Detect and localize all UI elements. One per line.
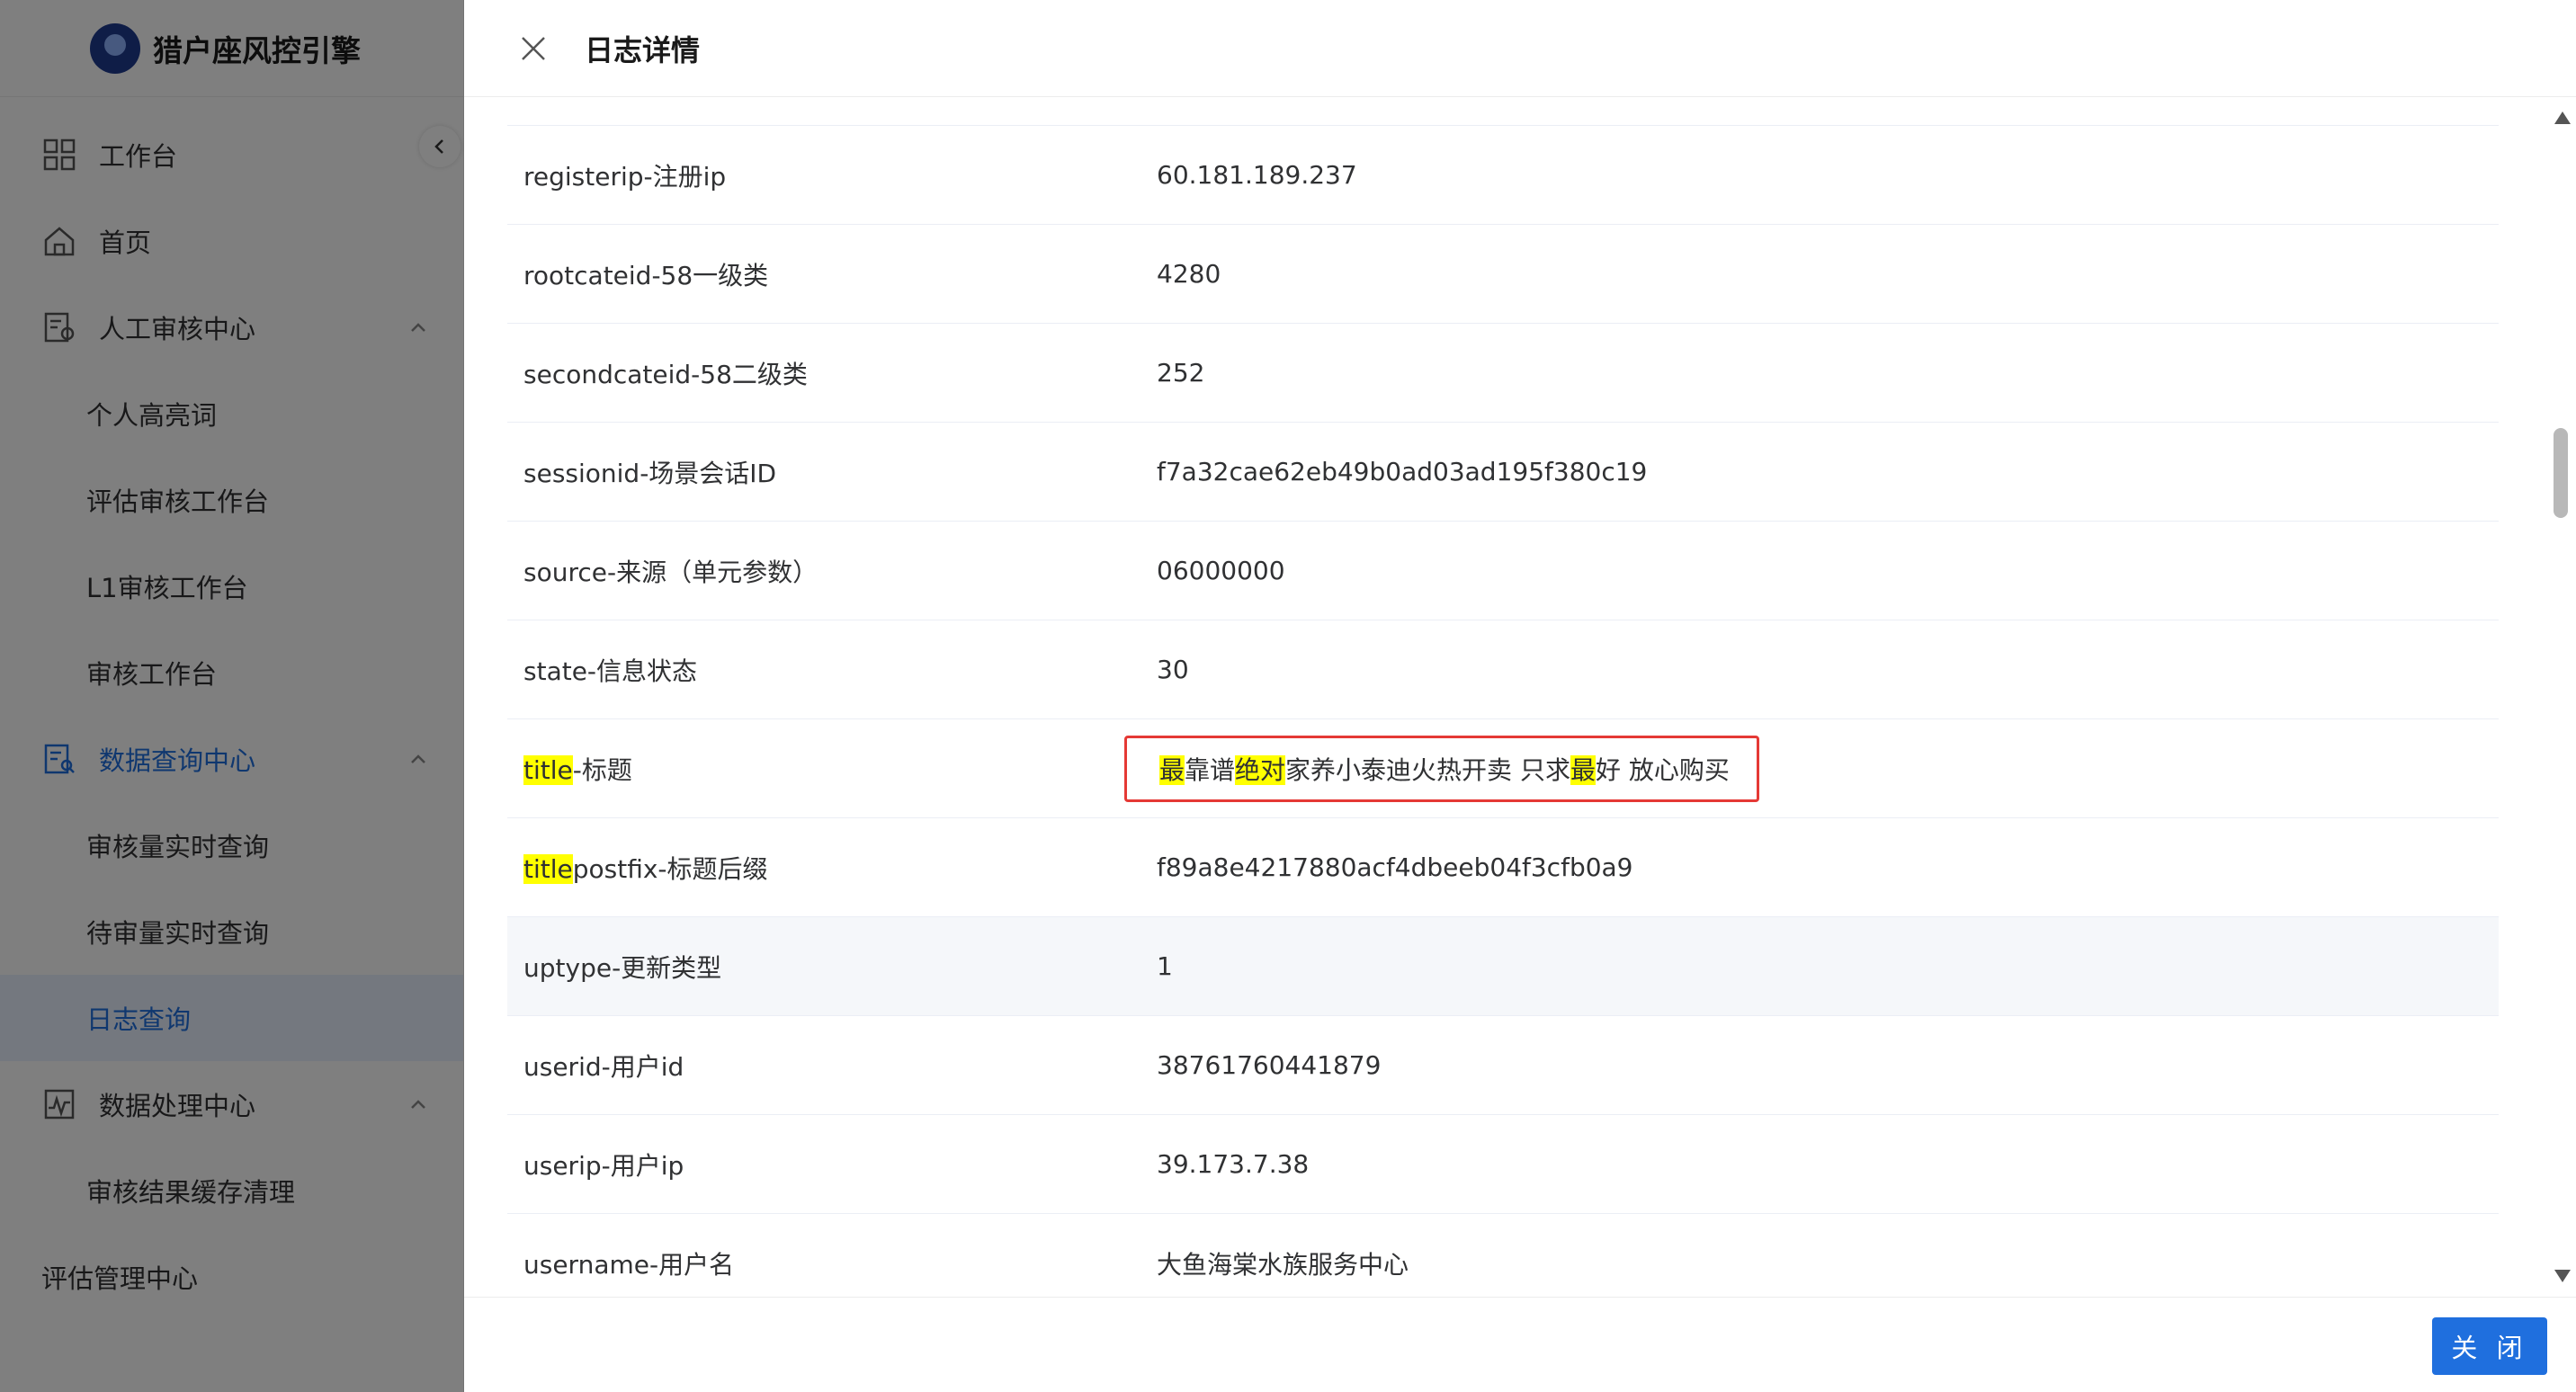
field-key: userip-用户ip <box>523 1150 684 1181</box>
field-value: 大鱼海棠水族服务中心 <box>1157 1249 1409 1280</box>
field-key: uptype-更新类型 <box>523 952 722 983</box>
close-icon[interactable] <box>518 33 549 64</box>
field-value: 4280 <box>1157 259 1221 289</box>
vertical-scrollbar[interactable] <box>2547 97 2574 1297</box>
field-key: secondcateid-58二级类 <box>523 359 808 389</box>
table-row: secondcateid-58二级类 252 <box>507 324 2499 423</box>
table-row: userip-用户ip 39.173.7.38 <box>507 1115 2499 1214</box>
field-value: f89a8e4217880acf4dbeeb04f3cfb0a9 <box>1157 852 1633 882</box>
log-detail-drawer: 日志详情 postdate-更新时间 1706952285 registerip… <box>464 0 2576 1392</box>
table-row: userid-用户id 38761760441879 <box>507 1016 2499 1115</box>
field-value: 30 <box>1157 655 1189 684</box>
field-key: titlepostfix-标题后缀 <box>507 850 1155 886</box>
value-text: 靠谱 <box>1185 754 1236 785</box>
table-row: registerip-注册ip 60.181.189.237 <box>507 126 2499 225</box>
modal-overlay[interactable] <box>0 0 464 1392</box>
table-row-title: title-标题 最靠谱绝对家养小泰迪火热开卖 只求最好 放心购买 <box>507 719 2499 818</box>
field-value: 06000000 <box>1157 556 1285 585</box>
field-key-rest: postfix-标题后缀 <box>572 853 768 884</box>
value-text: 好 放心购买 <box>1595 754 1730 785</box>
field-key: source-来源（单元参数） <box>523 557 818 587</box>
table-row: state-信息状态 30 <box>507 620 2499 719</box>
table-row: source-来源（单元参数） 06000000 <box>507 522 2499 620</box>
highlight-term: title <box>523 754 573 785</box>
field-key: registerip-注册ip <box>523 161 727 192</box>
field-key: title-标题 <box>507 751 1155 787</box>
field-key: username-用户名 <box>523 1249 735 1280</box>
annotation-box: 最靠谱绝对家养小泰迪火热开卖 只求最好 放心购买 <box>1124 735 1759 802</box>
drawer-title: 日志详情 <box>585 32 701 67</box>
value-text: 家养小泰迪火热开卖 只求 <box>1285 754 1570 785</box>
highlight-term: 绝对 <box>1235 754 1286 785</box>
field-key: rootcateid-58一级类 <box>523 260 769 290</box>
table-row-titlepostfix: titlepostfix-标题后缀 f89a8e4217880acf4dbeeb… <box>507 818 2499 917</box>
field-value: 最靠谱绝对家养小泰迪火热开卖 只求最好 放心购买 <box>1124 735 2499 802</box>
field-key: state-信息状态 <box>523 656 698 686</box>
highlight-term: 最 <box>1159 754 1185 785</box>
table-row: username-用户名 大鱼海棠水族服务中心 <box>507 1214 2499 1297</box>
table-row: uptype-更新类型 1 <box>507 917 2499 1016</box>
scroll-up-arrow-icon[interactable] <box>2554 112 2571 124</box>
highlight-term: 最 <box>1570 754 1596 785</box>
field-value: 39.173.7.38 <box>1157 1149 1310 1179</box>
field-value: 1 <box>1157 951 1173 981</box>
table-row: postdate-更新时间 1706952285 <box>507 97 2499 126</box>
close-button[interactable]: 关 闭 <box>2432 1317 2547 1375</box>
table-row: rootcateid-58一级类 4280 <box>507 225 2499 324</box>
scroll-down-arrow-icon[interactable] <box>2554 1270 2571 1282</box>
scrollbar-thumb[interactable] <box>2554 428 2568 518</box>
drawer-header: 日志详情 <box>464 0 2576 97</box>
field-key: userid-用户id <box>523 1051 684 1082</box>
field-key: sessionid-场景会话ID <box>523 458 777 488</box>
highlight-term: title <box>523 853 573 884</box>
field-value: f7a32cae62eb49b0ad03ad195f380c19 <box>1157 457 1648 486</box>
field-key-rest: -标题 <box>572 754 632 785</box>
field-value: 252 <box>1157 358 1205 388</box>
drawer-footer: 关 闭 <box>464 1297 2576 1392</box>
table-row: sessionid-场景会话ID f7a32cae62eb49b0ad03ad1… <box>507 423 2499 522</box>
log-detail-table[interactable]: postdate-更新时间 1706952285 registerip-注册ip… <box>464 97 2533 1297</box>
field-value: 60.181.189.237 <box>1157 160 1357 190</box>
field-value: 38761760441879 <box>1157 1050 1382 1080</box>
